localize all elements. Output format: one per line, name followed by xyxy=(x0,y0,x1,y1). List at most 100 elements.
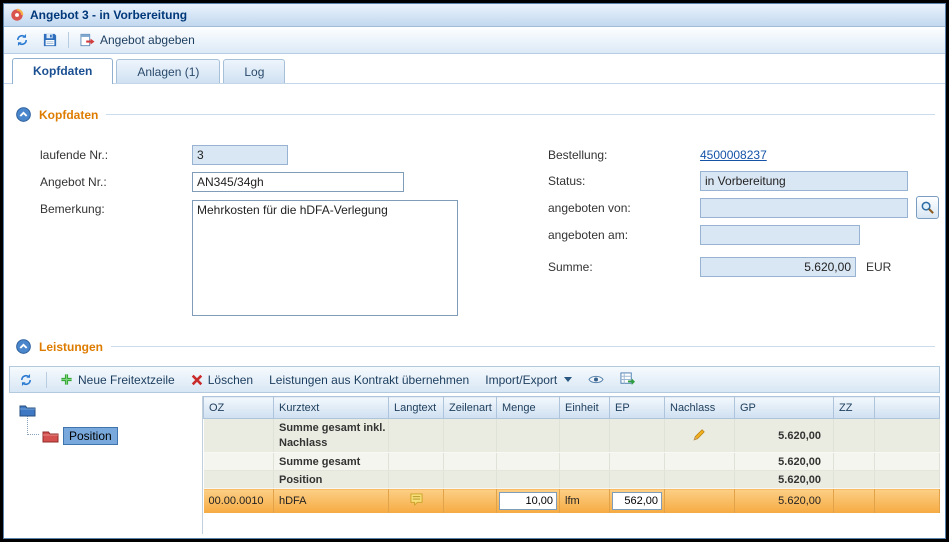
angebot-nr-field[interactable] xyxy=(192,172,404,192)
summe-label: Summe: xyxy=(548,260,593,274)
red-folder-icon xyxy=(42,430,59,443)
table-row-item-selected[interactable]: 00.00.0010 hDFA xyxy=(204,489,940,513)
application-window: Angebot 3 - in Vorbereitung xyxy=(0,0,949,542)
kopfdaten-section-header: Kopfdaten xyxy=(16,106,935,123)
table-row-summe-inkl-nachlass: Summe gesamt inkl. Nachlass xyxy=(204,419,940,453)
leistungen-tree: Position xyxy=(9,396,202,534)
leistungen-section-header: Leistungen xyxy=(16,338,935,355)
edit-nachlass-button[interactable] xyxy=(693,428,706,441)
take-from-contract-button[interactable]: Leistungen aus Kontrakt übernehmen xyxy=(266,371,472,389)
save-button[interactable] xyxy=(40,31,60,49)
chevron-down-icon xyxy=(564,377,572,382)
window-inner: Angebot 3 - in Vorbereitung xyxy=(3,3,946,539)
ep-field[interactable] xyxy=(612,492,662,510)
new-freetext-line-button[interactable]: Neue Freitextzeile xyxy=(57,371,178,389)
status-field[interactable] xyxy=(700,171,908,191)
angeboten-von-field[interactable] xyxy=(700,198,908,218)
bemerkung-field[interactable]: Mehrkosten für die hDFA-Verlegung xyxy=(192,200,458,316)
tree-root-node[interactable] xyxy=(19,404,36,417)
window-title: Angebot 3 - in Vorbereitung xyxy=(30,8,187,22)
col-header-nachlass[interactable]: Nachlass xyxy=(665,397,735,419)
gp-position: 5.620,00 xyxy=(735,471,834,489)
item-gp: 5.620,00 xyxy=(735,489,834,513)
table-row-summe-gesamt: Summe gesamt 5.620,00 xyxy=(204,453,940,471)
angeboten-von-label: angeboten von: xyxy=(548,201,631,215)
magnifier-icon xyxy=(920,200,935,215)
kopfdaten-section-title: Kopfdaten xyxy=(39,108,98,122)
table-grid-icon xyxy=(620,372,635,387)
item-einheit: lfm xyxy=(560,489,610,513)
view-button[interactable] xyxy=(585,372,607,387)
app-icon xyxy=(10,8,24,22)
col-header-gp[interactable]: GP xyxy=(735,397,834,419)
bemerkung-label: Bemerkung: xyxy=(40,202,105,216)
leistungen-body: Position OZ K xyxy=(9,396,940,534)
save-icon xyxy=(43,33,57,47)
angeboten-am-field[interactable] xyxy=(700,225,860,245)
title-bar: Angebot 3 - in Vorbereitung xyxy=(4,4,945,27)
leistungen-grid: OZ Kurztext Langtext Zeilenart Menge Ein… xyxy=(202,396,940,534)
section-divider xyxy=(106,114,935,115)
col-header-einheit[interactable]: Einheit xyxy=(560,397,610,419)
delete-button[interactable]: Löschen xyxy=(188,371,256,389)
status-label: Status: xyxy=(548,174,585,188)
summary-row-label: Summe gesamt xyxy=(274,453,389,471)
summe-field[interactable] xyxy=(700,257,856,277)
plus-icon xyxy=(60,373,73,386)
toolbar-separator xyxy=(46,372,47,388)
toolbar-separator xyxy=(68,32,69,48)
submit-offer-icon xyxy=(80,33,95,47)
note-icon xyxy=(410,494,423,509)
col-header-langtext[interactable]: Langtext xyxy=(389,397,444,419)
main-toolbar: Angebot abgeben xyxy=(4,27,945,54)
summe-currency-label: EUR xyxy=(866,260,891,274)
col-header-filler xyxy=(875,397,940,419)
submit-offer-button[interactable]: Angebot abgeben xyxy=(77,31,198,49)
item-kurztext: hDFA xyxy=(274,489,389,513)
leistungen-toolbar: Neue Freitextzeile Löschen Leistungen au… xyxy=(9,366,940,393)
import-export-menu-button[interactable]: Import/Export xyxy=(482,371,575,389)
col-header-ep[interactable]: EP xyxy=(610,397,665,419)
section-divider xyxy=(111,346,935,347)
delete-x-icon xyxy=(191,374,203,386)
refresh-icon xyxy=(19,373,33,387)
menge-field[interactable] xyxy=(499,492,557,510)
kopfdaten-collapse-icon[interactable] xyxy=(16,107,31,122)
col-header-oz[interactable]: OZ xyxy=(204,397,274,419)
blue-folder-icon xyxy=(19,404,36,417)
col-header-zz[interactable]: ZZ xyxy=(834,397,875,419)
item-oz: 00.00.0010 xyxy=(204,489,274,513)
tree-node-position-label: Position xyxy=(63,427,118,445)
leistungen-collapse-icon[interactable] xyxy=(16,339,31,354)
col-header-zeilenart[interactable]: Zeilenart xyxy=(444,397,497,419)
new-freetext-line-label: Neue Freitextzeile xyxy=(78,373,175,387)
col-header-menge[interactable]: Menge xyxy=(497,397,560,419)
tab-anlagen[interactable]: Anlagen (1) xyxy=(116,59,220,83)
table-row-position-summe: Position 5.620,00 xyxy=(204,471,940,489)
import-export-label: Import/Export xyxy=(485,373,557,387)
angeboten-von-search-button[interactable] xyxy=(916,196,939,219)
summary-row-label: Summe gesamt inkl. Nachlass xyxy=(279,421,383,451)
expand-table-button[interactable] xyxy=(617,370,638,389)
tree-node-position[interactable]: Position xyxy=(42,427,118,445)
langtext-note-button[interactable] xyxy=(410,493,423,506)
take-from-contract-label: Leistungen aus Kontrakt übernehmen xyxy=(269,373,469,387)
col-header-kurztext[interactable]: Kurztext xyxy=(274,397,389,419)
delete-label: Löschen xyxy=(208,373,253,387)
angeboten-am-label: angeboten am: xyxy=(548,228,628,242)
content-area: Kopfdaten laufende Nr.: Angebot Nr.: Bem… xyxy=(4,84,945,538)
tab-kopfdaten[interactable]: Kopfdaten xyxy=(12,58,113,84)
refresh-icon xyxy=(15,33,29,47)
table-header-row: OZ Kurztext Langtext Zeilenart Menge Ein… xyxy=(204,397,940,419)
leistungen-section-title: Leistungen xyxy=(39,340,103,354)
summary-row-label: Position xyxy=(274,471,389,489)
gp-total-inkl-nachlass: 5.620,00 xyxy=(735,419,834,453)
angebot-nr-label: Angebot Nr.: xyxy=(40,175,107,189)
laufende-nr-field[interactable] xyxy=(192,145,288,165)
refresh-button[interactable] xyxy=(12,31,32,49)
leistungen-refresh-button[interactable] xyxy=(16,371,36,389)
tab-log[interactable]: Log xyxy=(223,59,285,83)
laufende-nr-label: laufende Nr.: xyxy=(40,148,108,162)
bestellung-label: Bestellung: xyxy=(548,148,607,162)
bestellung-link[interactable]: 4500008237 xyxy=(700,148,767,162)
